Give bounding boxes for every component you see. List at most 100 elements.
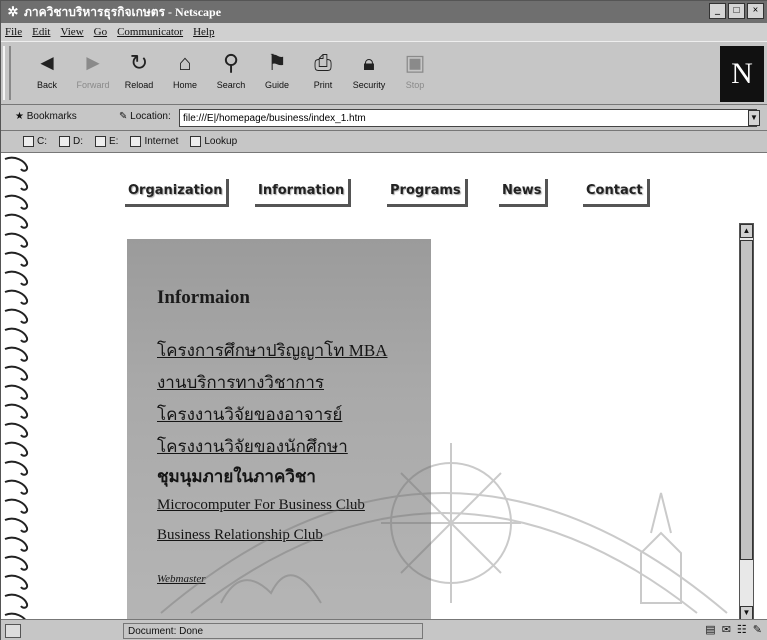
- toolbar-grip[interactable]: [3, 46, 11, 100]
- spiral-loop: [4, 517, 29, 533]
- menu-view[interactable]: View: [60, 26, 83, 38]
- location-page-icon: ✎: [119, 111, 131, 122]
- spiral-loop: [4, 460, 29, 476]
- guide-button[interactable]: ⚑ Guide: [257, 48, 297, 100]
- guide-icon: ⚑: [267, 50, 287, 75]
- netscape-logo[interactable]: N: [720, 46, 764, 102]
- back-arrow-icon: ◄: [36, 50, 58, 75]
- page-icon: [130, 136, 142, 147]
- spiral-loop: [4, 384, 29, 400]
- stop-button[interactable]: ▣ Stop: [395, 48, 435, 100]
- personal-link-internet[interactable]: Internet: [130, 136, 178, 147]
- close-button[interactable]: ×: [747, 3, 764, 19]
- browser-window: ✲ ภาควิชาบริหารธุรกิจเกษตร - Netscape _ …: [0, 0, 767, 640]
- mail-icon[interactable]: ✉: [722, 623, 731, 636]
- window-controls: _ □ ×: [709, 3, 764, 19]
- window-title: ภาควิชาบริหารธุรกิจเกษตร - Netscape: [24, 4, 222, 19]
- spiral-loop: [4, 536, 29, 552]
- scroll-down-arrow-icon[interactable]: ▼: [740, 606, 753, 619]
- spiral-loop: [4, 365, 29, 381]
- forward-arrow-icon: ►: [82, 50, 104, 75]
- reload-button[interactable]: ↻ Reload: [119, 48, 159, 100]
- spiral-loop: [4, 232, 29, 248]
- spiral-loop: [4, 327, 29, 343]
- netscape-app-icon: ✲: [7, 4, 19, 19]
- page-icon: [59, 136, 70, 147]
- newsgroup-icon[interactable]: ☷: [737, 623, 747, 636]
- spiral-loop: [4, 479, 29, 495]
- page-icon: [23, 136, 34, 147]
- nav-organization[interactable]: Organization: [125, 179, 230, 207]
- spiral-loop: [4, 156, 29, 172]
- nav-contact[interactable]: Contact: [583, 179, 650, 207]
- menu-file[interactable]: File: [5, 26, 22, 38]
- personal-toolbar: C: D: E: Internet Lookup: [1, 131, 767, 153]
- personal-link-lookup[interactable]: Lookup: [190, 136, 237, 147]
- spiral-loop: [4, 593, 29, 609]
- print-icon: ⎙: [314, 50, 332, 75]
- spiral-loop: [4, 270, 29, 286]
- back-button[interactable]: ◄ Back: [27, 48, 67, 100]
- top-navigation: Organization Information Programs News C…: [125, 179, 685, 213]
- vertical-scrollbar[interactable]: ▲ ▼: [739, 223, 754, 619]
- nav-news[interactable]: News: [499, 179, 549, 207]
- search-button[interactable]: ⚲ Search: [211, 48, 251, 100]
- status-bar: Document: Done ▤ ✉ ☷ ✎: [1, 619, 767, 640]
- spiral-loop: [4, 346, 29, 362]
- url-input[interactable]: [179, 109, 757, 127]
- composer-icon[interactable]: ✎: [753, 623, 762, 636]
- location-label: ✎ Location:: [119, 111, 171, 122]
- menu-go[interactable]: Go: [94, 26, 107, 38]
- spiral-loop: [4, 175, 29, 191]
- print-button[interactable]: ⎙ Print: [303, 48, 343, 100]
- page-content[interactable]: Organization Information Programs News C…: [1, 153, 767, 619]
- spiral-loop: [4, 422, 29, 438]
- home-button[interactable]: ⌂ Home: [165, 48, 205, 100]
- spiral-loop: [4, 213, 29, 229]
- panel-heading: Informaion: [157, 287, 250, 308]
- link-academic-services[interactable]: งานบริการทางวิชาการ: [157, 369, 324, 396]
- security-status-icon[interactable]: [5, 624, 21, 638]
- nav-information[interactable]: Information: [255, 179, 352, 207]
- nav-programs[interactable]: Programs: [387, 179, 468, 207]
- component-bar: ▤ ✉ ☷ ✎: [705, 623, 762, 636]
- spiral-loop: [4, 574, 29, 590]
- personal-link-d[interactable]: D:: [59, 136, 83, 147]
- spiral-loop: [4, 251, 29, 267]
- navigation-toolbar: ◄ Back ► Forward ↻ Reload ⌂ Home ⚲ Searc…: [1, 41, 767, 105]
- search-icon: ⚲: [222, 50, 240, 75]
- home-icon: ⌂: [178, 50, 192, 75]
- spiral-loop: [4, 441, 29, 457]
- scroll-up-arrow-icon[interactable]: ▲: [740, 224, 753, 238]
- spiral-loop: [4, 498, 29, 514]
- folder-icon: [190, 136, 202, 147]
- maximize-button[interactable]: □: [728, 3, 745, 19]
- spiral-loop: [4, 308, 29, 324]
- reload-icon: ↻: [129, 50, 149, 75]
- spiral-loop: [4, 289, 29, 305]
- menu-help[interactable]: Help: [193, 26, 214, 38]
- minimize-button[interactable]: _: [709, 3, 726, 19]
- bookmarks-button[interactable]: ★ Bookmarks: [15, 111, 77, 122]
- scroll-thumb[interactable]: [740, 240, 753, 560]
- personal-link-e[interactable]: E:: [95, 136, 118, 147]
- status-text: Document: Done: [123, 623, 423, 639]
- location-toolbar: ★ Bookmarks ✎ Location: ▼: [1, 105, 767, 131]
- title-bar[interactable]: ✲ ภาควิชาบริหารธุรกิจเกษตร - Netscape _ …: [1, 1, 767, 23]
- personal-link-c[interactable]: C:: [23, 136, 47, 147]
- forward-button[interactable]: ► Forward: [73, 48, 113, 100]
- navigator-icon[interactable]: ▤: [705, 623, 715, 636]
- page-icon: [95, 136, 106, 147]
- security-button[interactable]: 🔒︎ Security: [349, 48, 389, 100]
- spiral-binding-decoration: [4, 156, 29, 619]
- menu-communicator[interactable]: Communicator: [117, 26, 183, 38]
- bookmarks-icon: ★: [15, 111, 27, 122]
- url-dropdown-button[interactable]: ▼: [748, 110, 760, 126]
- menu-edit[interactable]: Edit: [32, 26, 50, 38]
- spiral-loop: [4, 555, 29, 571]
- spiral-loop: [4, 403, 29, 419]
- security-lock-icon: 🔒︎: [363, 50, 375, 75]
- spiral-loop: [4, 194, 29, 210]
- link-mba-program[interactable]: โครงการศึกษาปริญญาโท MBA: [157, 337, 388, 364]
- university-seal-watermark: [160, 443, 728, 614]
